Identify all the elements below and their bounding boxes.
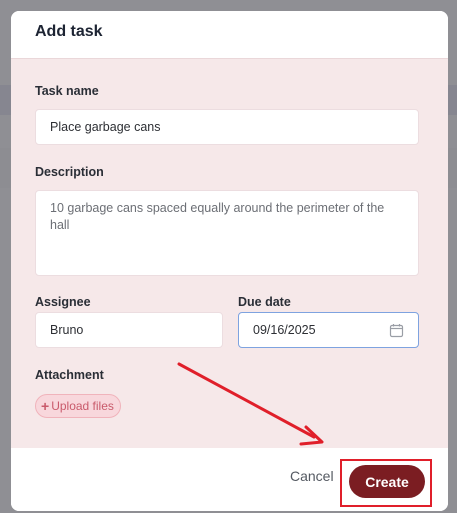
modal-header: Add task <box>11 11 448 58</box>
due-date-value: 09/16/2025 <box>253 323 316 337</box>
task-name-label: Task name <box>35 84 99 98</box>
modal-title: Add task <box>35 23 103 40</box>
upload-files-button[interactable]: + Upload files <box>35 394 121 418</box>
task-name-input[interactable]: Place garbage cans <box>35 109 419 145</box>
plus-icon: + <box>41 398 50 414</box>
modal-footer: Cancel Create <box>11 448 448 511</box>
due-date-input[interactable]: 09/16/2025 <box>238 312 419 348</box>
upload-files-label: Upload files <box>51 399 114 413</box>
assignee-input[interactable]: Bruno <box>35 312 223 348</box>
description-textarea[interactable]: 10 garbage cans spaced equally around th… <box>35 190 419 276</box>
assignee-label: Assignee <box>35 295 91 309</box>
modal-body: Task name Place garbage cans Description… <box>11 58 448 449</box>
cancel-button[interactable]: Cancel <box>290 468 334 484</box>
add-task-modal: Add task Task name Place garbage cans De… <box>11 11 448 511</box>
attachment-label: Attachment <box>35 368 104 382</box>
calendar-icon[interactable] <box>389 323 404 338</box>
due-date-label: Due date <box>238 295 291 309</box>
description-label: Description <box>35 165 104 179</box>
create-button[interactable]: Create <box>349 465 425 498</box>
